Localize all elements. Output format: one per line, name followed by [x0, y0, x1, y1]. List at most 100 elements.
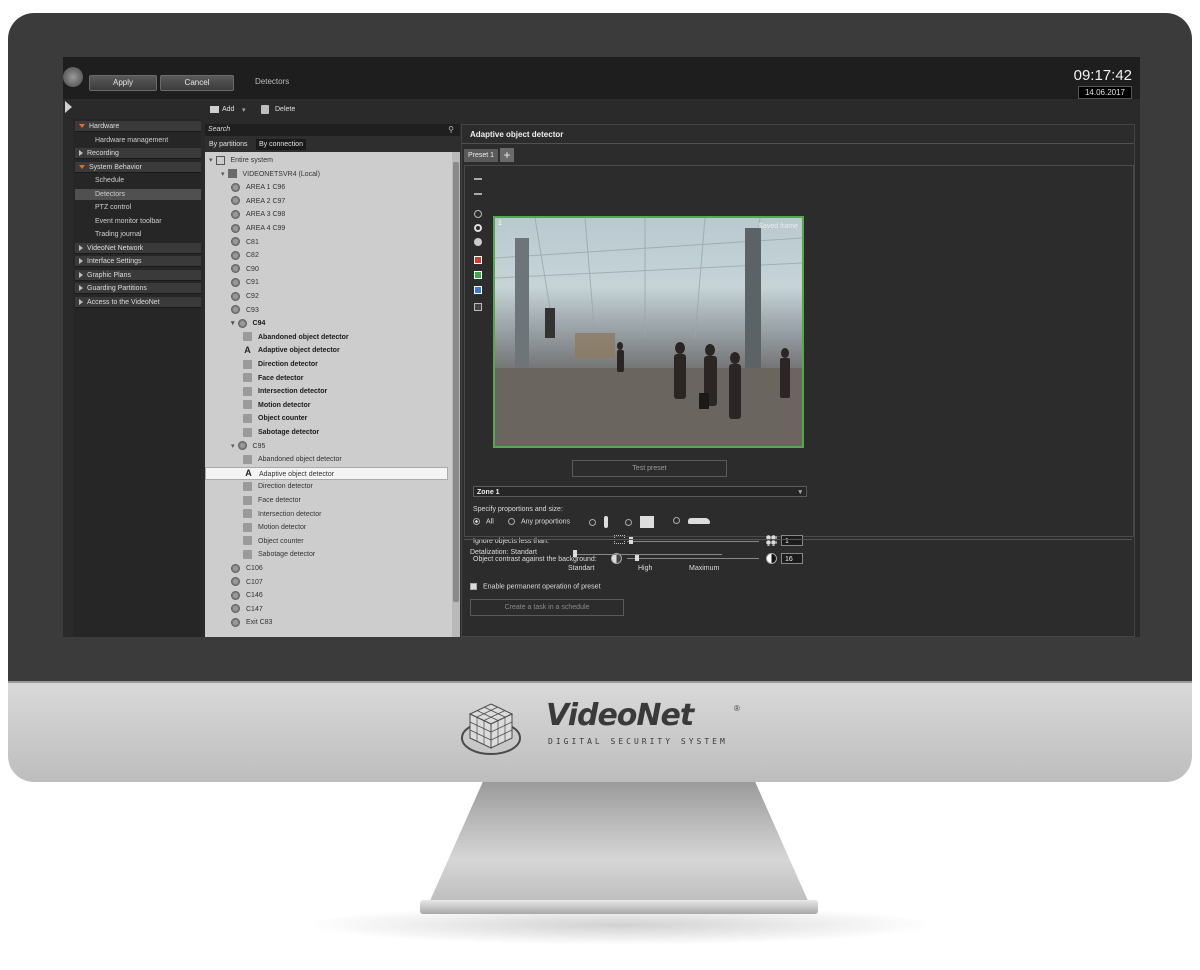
zone-red-icon[interactable]: [474, 256, 482, 264]
tree-row[interactable]: Face detector: [243, 372, 304, 385]
tree-row[interactable]: AREA 3 C98: [231, 208, 285, 221]
proportion-option-car[interactable]: [673, 517, 710, 524]
search-icon[interactable]: ⚲: [448, 125, 454, 134]
circle-tool-icon[interactable]: [474, 224, 482, 232]
tree-row[interactable]: ▾ Entire system: [209, 154, 273, 167]
proportion-option-all[interactable]: All: [473, 518, 494, 525]
tree-row[interactable]: C91: [231, 276, 259, 289]
tree-scrollbar-thumb[interactable]: [453, 162, 459, 602]
add-preset-button[interactable]: +: [500, 148, 514, 162]
zone-green-icon[interactable]: [474, 271, 482, 279]
permanent-operation-option[interactable]: Enable permanent operation of preset: [470, 583, 601, 590]
tree-row[interactable]: C82: [231, 249, 259, 262]
nav-item-interface-settings[interactable]: Interface Settings: [75, 256, 201, 267]
zone-blue-icon[interactable]: [474, 286, 482, 294]
level-high: High: [638, 565, 653, 572]
tree-row[interactable]: Exit C83: [231, 616, 272, 629]
fill-tool-icon[interactable]: [474, 238, 482, 246]
contrast-value[interactable]: 16: [781, 553, 803, 564]
apply-button[interactable]: Apply: [89, 75, 157, 91]
tree-row[interactable]: A Adaptive object detector: [243, 344, 339, 357]
expand-arrow-icon[interactable]: ▾: [221, 171, 225, 178]
expand-arrow-icon[interactable]: ▾: [231, 443, 235, 450]
nav-item-hardware[interactable]: Hardware: [75, 121, 201, 132]
tree-row[interactable]: Sabotage detector: [243, 426, 319, 439]
tree-row[interactable]: ▾ VIDEONETSVR4 (Local): [221, 168, 320, 181]
tree-row[interactable]: Motion detector: [243, 399, 311, 412]
radio-person-icon[interactable]: [589, 518, 596, 526]
nav-item-ptz-control[interactable]: PTZ control: [75, 202, 201, 213]
tree-row[interactable]: Direction detector: [243, 358, 318, 371]
zone-select[interactable]: Zone 1 ▾: [473, 486, 807, 497]
nav-item-hardware-management[interactable]: Hardware management: [75, 135, 201, 146]
tree-row[interactable]: C81: [231, 236, 259, 249]
draw-line-alt-icon[interactable]: [474, 193, 482, 199]
nav-item-trading-journal[interactable]: Trading journal: [75, 229, 201, 240]
contrast-slider-knob[interactable]: [635, 554, 639, 561]
tree-row[interactable]: AREA 2 C97: [231, 195, 285, 208]
nav-item-access-to-the-videonet[interactable]: Access to the VideoNet: [75, 296, 201, 308]
add-button[interactable]: Add: [222, 106, 234, 113]
nav-item-guarding-partitions[interactable]: Guarding Partitions: [75, 283, 201, 294]
expand-arrow-icon[interactable]: ▾: [209, 157, 213, 164]
tree-row[interactable]: AREA 4 C99: [231, 222, 285, 235]
nav-item-graphic-plans[interactable]: Graphic Plans: [75, 269, 201, 281]
nav-item-videonet-network[interactable]: VideoNet Network: [75, 242, 201, 254]
tree-row[interactable]: C93: [231, 304, 259, 317]
ignore-size-slider[interactable]: [627, 541, 759, 542]
radio-car-icon[interactable]: [673, 517, 680, 524]
tree-row[interactable]: ▾ C95: [231, 440, 265, 453]
tree-row[interactable]: C106: [231, 562, 263, 575]
tree-row[interactable]: C107: [231, 576, 263, 589]
tree-row[interactable]: Intersection detector: [243, 508, 321, 521]
radio-all-icon[interactable]: [473, 518, 480, 525]
nav-item-recording[interactable]: Recording: [75, 148, 201, 159]
proportion-option-person[interactable]: [589, 516, 608, 528]
expand-arrow-icon[interactable]: ▾: [231, 320, 235, 327]
tree-row[interactable]: C92: [231, 290, 259, 303]
tree-row[interactable]: Object counter: [243, 535, 304, 548]
tree-row[interactable]: Abandoned object detector: [243, 331, 349, 344]
tab-by-connection[interactable]: By connection: [256, 139, 306, 150]
radio-truck-icon[interactable]: [625, 518, 632, 526]
tree-row[interactable]: ▾ C94: [231, 317, 265, 330]
checkbox-checked-icon[interactable]: [470, 583, 477, 590]
reset-icon[interactable]: [474, 210, 482, 218]
tree-row[interactable]: C146: [231, 589, 263, 602]
ignore-size-value[interactable]: 1: [781, 535, 803, 546]
draw-line-icon[interactable]: [474, 178, 482, 184]
detalization-slider-knob[interactable]: [573, 550, 577, 557]
tree-row[interactable]: AREA 1 C96: [231, 181, 285, 194]
detalization-slider[interactable]: [575, 554, 722, 555]
tree-row[interactable]: Sabotage detector: [243, 548, 315, 561]
add-dropdown-icon[interactable]: ▾: [242, 106, 246, 114]
nav-item-event-monitor-toolbar[interactable]: Event monitor toolbar: [75, 216, 201, 227]
nav-item-detectors[interactable]: Detectors: [75, 188, 201, 200]
nav-item-schedule[interactable]: Schedule: [75, 175, 201, 186]
tree-row[interactable]: Intersection detector: [243, 385, 327, 398]
create-task-button[interactable]: Create a task in a schedule: [470, 599, 624, 616]
stats-icon[interactable]: [474, 303, 482, 311]
panel-toggle-icon[interactable]: [65, 101, 72, 113]
proportion-option-any[interactable]: Any proportions: [508, 518, 570, 525]
proportion-option-truck[interactable]: [625, 516, 654, 528]
tree-row[interactable]: C90: [231, 263, 259, 276]
cancel-button[interactable]: Cancel: [160, 75, 234, 91]
tree-row[interactable]: Face detector: [243, 494, 301, 507]
tree-row[interactable]: Motion detector: [243, 521, 306, 534]
radio-any-icon[interactable]: [508, 518, 515, 525]
tree-row[interactable]: A Adaptive object detector: [205, 466, 448, 480]
tree-row[interactable]: Object counter: [243, 412, 307, 425]
nav-item-system-behavior[interactable]: System Behavior: [75, 161, 201, 173]
tree-row[interactable]: Abandoned object detector: [243, 453, 342, 466]
delete-button[interactable]: Delete: [275, 106, 295, 113]
test-preset-button[interactable]: Test preset: [572, 460, 727, 477]
preset-tab[interactable]: Preset 1: [464, 149, 499, 162]
contrast-slider[interactable]: [627, 558, 759, 559]
tree-row[interactable]: Direction detector: [243, 480, 313, 493]
search-input[interactable]: Search: [205, 124, 460, 136]
tab-by-partitions[interactable]: By partitions: [206, 139, 251, 150]
camera-preview-frame[interactable]: 1 Saved frame: [493, 216, 804, 448]
tree-scrollbar[interactable]: [452, 152, 460, 637]
tree-row[interactable]: C147: [231, 603, 263, 616]
